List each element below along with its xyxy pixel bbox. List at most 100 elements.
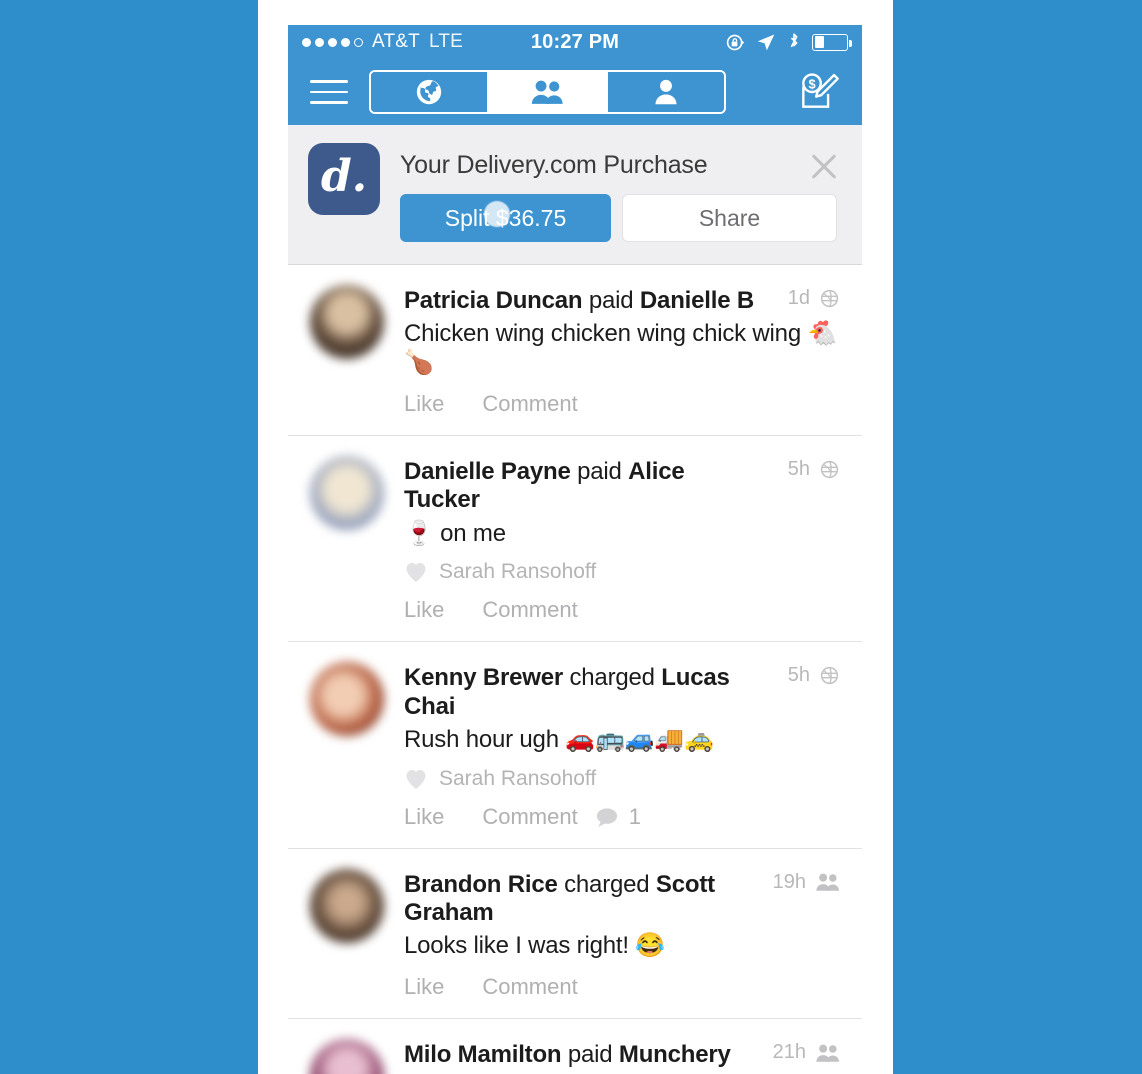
timestamp: 5h (787, 664, 810, 687)
carrier-label: AT&T (372, 31, 420, 52)
heart-icon (406, 563, 426, 583)
transaction-verb: paid (577, 457, 622, 485)
screenshot-root: AT&T LTE 10:27 PM $ d. Your Delivery.com… (0, 0, 1142, 1074)
avatar[interactable] (310, 1039, 384, 1074)
heart-icon (406, 769, 426, 789)
comment-count[interactable]: 1 (594, 804, 641, 830)
feed-item[interactable]: Milo Mamilton paid MuncherySooo much foo… (288, 1019, 862, 1074)
feed-item-actions: Like Comment (404, 391, 840, 417)
two-people-icon (532, 80, 564, 104)
feed-item[interactable]: Patricia Duncan paid Danielle B Chicken w… (288, 265, 862, 436)
promo-title: Your Delivery.com Purchase (400, 151, 708, 179)
feed-item-headline: Kenny Brewer charged Lucas Chai (404, 664, 840, 721)
feed-item-headline: Patricia Duncan paid Danielle B (404, 287, 840, 315)
feed-item-note: Looks like I was right! 😂 (404, 932, 665, 960)
two-people-icon (816, 873, 839, 891)
hamburger-menu-icon[interactable] (310, 80, 348, 104)
compose-payment-icon[interactable]: $ (796, 70, 840, 114)
status-bar-left: AT&T LTE (302, 31, 463, 53)
segment-friends[interactable] (487, 72, 606, 112)
avatar[interactable] (310, 455, 384, 530)
actor-name[interactable]: Brandon Rice (404, 871, 558, 898)
globe-icon (416, 79, 442, 105)
like-button[interactable]: Like (404, 804, 444, 830)
liker-name: Sarah Ransohoff (439, 560, 597, 584)
feed-item-note: Rush hour ugh 🚗🚌🚙🚚🚕 (404, 725, 714, 753)
like-button[interactable]: Like (404, 597, 444, 623)
comment-button[interactable]: Comment (482, 804, 577, 830)
timestamp: 1d (787, 287, 810, 309)
comment-button[interactable]: Comment (482, 391, 577, 417)
battery-icon (812, 33, 852, 51)
feed-item-body: Patricia Duncan paid Danielle B Chicken w… (404, 285, 840, 417)
feed-item-meta: 1d (788, 287, 840, 310)
feed-item-likers: Sarah Ransohoff (404, 560, 840, 584)
signal-strength-icon (302, 37, 363, 47)
actor-name[interactable]: Patricia Duncan (404, 287, 583, 314)
like-button[interactable]: Like (404, 974, 444, 1000)
feed-item-likers: Sarah Ransohoff (404, 767, 840, 791)
feed-item-body: Kenny Brewer charged Lucas Chai Rush hour… (404, 662, 840, 829)
comment-count-label: 1 (628, 803, 641, 829)
timestamp: 5h (787, 457, 810, 480)
feed-item-body: Danielle Payne paid Alice Tucker 🍷 on me S… (404, 456, 840, 623)
avatar[interactable] (310, 868, 384, 943)
segment-mine-person[interactable] (605, 72, 724, 112)
status-bar: AT&T LTE 10:27 PM (288, 25, 862, 59)
transaction-verb: paid (567, 1041, 613, 1069)
comment-button[interactable]: Comment (482, 597, 577, 623)
delivery-promo-banner: d. Your Delivery.com Purchase Split $36.… (288, 125, 862, 265)
feed-item-meta: 5h (788, 664, 840, 687)
svg-text:$: $ (808, 76, 815, 91)
location-arrow-icon (757, 34, 775, 51)
nav-bar: $ (288, 59, 862, 125)
transaction-verb: paid (588, 287, 634, 314)
close-icon[interactable] (808, 151, 840, 183)
like-button[interactable]: Like (404, 391, 444, 417)
comment-bubble-icon (596, 808, 617, 827)
feed-item-actions: Like Comment (404, 974, 840, 1000)
promo-actions: Split $36.75 Share (400, 194, 842, 242)
split-button[interactable]: Split $36.75 (400, 194, 611, 242)
feed-item-meta: 21h (773, 1041, 840, 1064)
promo-body: Your Delivery.com Purchase Split $36.75 … (400, 143, 842, 242)
avatar[interactable] (310, 662, 384, 737)
feed-item[interactable]: Kenny Brewer charged Lucas Chai Rush hour… (288, 642, 862, 849)
avatar[interactable] (310, 285, 384, 359)
feed-item-meta: 5h (788, 458, 840, 481)
feed-item-note: 🍷 on me (404, 519, 506, 547)
status-bar-right (725, 32, 852, 53)
feed-item-meta: 19h (773, 871, 840, 894)
feed-item-actions: Like Comment 1 (404, 804, 840, 830)
rotation-lock-icon (726, 34, 745, 50)
phone-screen: AT&T LTE 10:27 PM $ d. Your Delivery.com… (288, 25, 862, 1074)
transaction-verb: charged (564, 870, 650, 898)
feed-item-note: Chicken wing chicken wing chick wing 🐔🍗 (404, 320, 838, 377)
feed-item[interactable]: Brandon Rice charged Scott Graham Looks l… (288, 848, 862, 1020)
feed-scope-segmented-control[interactable] (369, 70, 726, 114)
share-button[interactable]: Share (622, 194, 837, 242)
comment-button[interactable]: Comment (482, 974, 577, 1000)
globe-icon (820, 289, 839, 308)
target-name[interactable]: Danielle B (640, 287, 754, 314)
delivery-dot-com-logo: d. (308, 143, 380, 215)
network-type-label: LTE (428, 31, 463, 52)
actor-name[interactable]: Milo Mamilton (404, 1041, 562, 1068)
segment-public-globe[interactable] (371, 72, 488, 112)
target-name[interactable]: Munchery (619, 1041, 731, 1068)
two-people-icon (816, 1044, 839, 1062)
actor-name[interactable]: Danielle Payne (404, 458, 571, 485)
globe-icon (820, 667, 839, 685)
activity-feed: Patricia Duncan paid Danielle B Chicken w… (288, 265, 862, 1074)
timestamp: 19h (772, 870, 806, 893)
globe-icon (820, 460, 839, 479)
feed-item-headline: Danielle Payne paid Alice Tucker (404, 458, 840, 515)
liker-name: Sarah Ransohoff (439, 766, 597, 790)
feed-item-actions: Like Comment (404, 597, 840, 623)
actor-name[interactable]: Kenny Brewer (404, 664, 563, 691)
timestamp: 21h (772, 1041, 806, 1064)
bluetooth-icon (790, 32, 798, 47)
feed-item[interactable]: Danielle Payne paid Alice Tucker 🍷 on me S… (288, 435, 862, 643)
transaction-verb: charged (569, 664, 655, 692)
person-icon (655, 79, 677, 105)
